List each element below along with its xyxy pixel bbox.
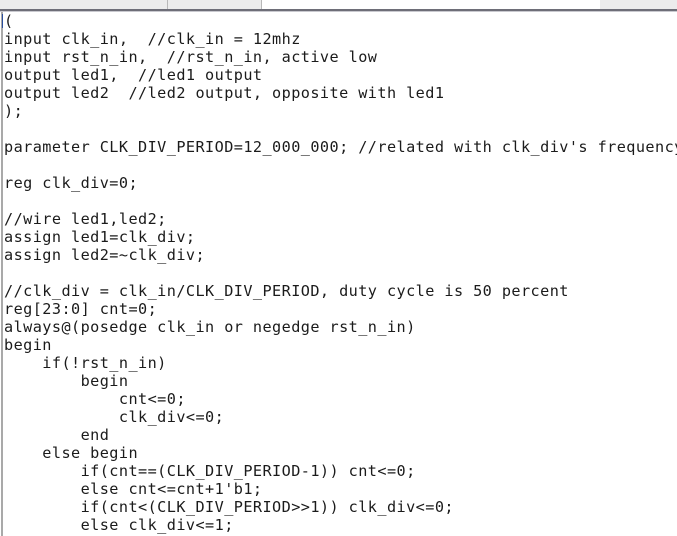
- tab-segment-3[interactable]: [600, 0, 677, 9]
- code-line: if(cnt==(CLK_DIV_PERIOD-1)) cnt<=0;: [4, 462, 416, 480]
- code-line: );: [4, 102, 24, 120]
- code-line: output led1, //led1 output: [4, 66, 263, 84]
- code-line: always@(posedge clk_in or negedge rst_n_…: [4, 318, 416, 336]
- code-line: cnt<=0;: [4, 390, 186, 408]
- code-line: else begin: [4, 444, 139, 462]
- code-line: output led2 //led2 output, opposite with…: [4, 84, 445, 102]
- editor-left-gutter-rule: [1, 12, 3, 536]
- code-line: end: [4, 426, 110, 444]
- code-line: assign led1=clk_div;: [4, 228, 196, 246]
- code-line: //wire led1,led2;: [4, 210, 167, 228]
- code-line: reg clk_div=0;: [4, 174, 139, 192]
- code-line: begin: [4, 336, 52, 354]
- code-line: (: [4, 12, 14, 30]
- code-line: parameter CLK_DIV_PERIOD=12_000_000; //r…: [4, 138, 677, 156]
- code-line: if(!rst_n_in): [4, 354, 167, 372]
- code-line: if(cnt<(CLK_DIV_PERIOD>>1)) clk_div<=0;: [4, 498, 454, 516]
- code-line: else clk_div<=1;: [4, 516, 234, 534]
- code-line: assign led2=~clk_div;: [4, 246, 206, 264]
- code-line: else cnt<=cnt+1'b1;: [4, 480, 263, 498]
- code-line: reg[23:0] cnt=0;: [4, 300, 158, 318]
- code-line: clk_div<=0;: [4, 408, 225, 426]
- text-caret: [2, 14, 3, 28]
- code-line: //clk_div = clk_in/CLK_DIV_PERIOD, duty …: [4, 282, 569, 300]
- code-editor-pane[interactable]: (input clk_in, //clk_in = 12mhz input rst…: [0, 12, 677, 536]
- tab-segment-1[interactable]: [0, 0, 168, 9]
- code-line: begin: [4, 372, 129, 390]
- tab-segment-2[interactable]: [168, 0, 262, 9]
- code-line: input rst_n_in, //rst_n_in, active low: [4, 48, 378, 66]
- code-line: input clk_in, //clk_in = 12mhz: [4, 30, 301, 48]
- source-code-text[interactable]: (input clk_in, //clk_in = 12mhz input rst…: [4, 12, 677, 536]
- editor-tab-strip[interactable]: [0, 0, 677, 12]
